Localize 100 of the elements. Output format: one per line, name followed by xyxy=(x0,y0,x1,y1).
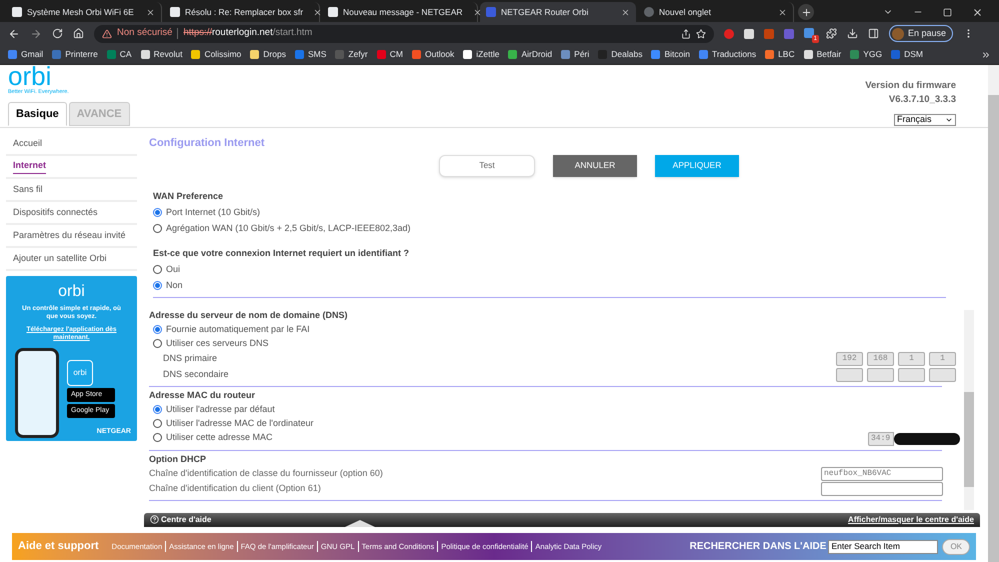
help-title: Centre d'aide xyxy=(161,514,212,526)
bookmark-item[interactable]: Revolut xyxy=(140,48,182,61)
field-label: Chaîne d'identification de classe du fournisseur (option 60) xyxy=(149,467,384,480)
tab-title: NETGEAR Router Orbi xyxy=(501,6,588,18)
reload-icon[interactable] xyxy=(52,28,63,39)
firmware-version: V6.3.7.10_3.3.3 xyxy=(888,93,956,108)
radio-button[interactable] xyxy=(153,224,162,233)
text-input[interactable] xyxy=(821,482,943,496)
more-bookmarks-icon[interactable] xyxy=(981,50,991,60)
bookmark-item[interactable]: Gmail xyxy=(8,48,44,61)
new-tab-button[interactable] xyxy=(798,4,814,20)
inner-scrollbar[interactable] xyxy=(964,310,974,510)
close-icon[interactable] xyxy=(146,8,155,16)
section-title: Adresse MAC du routeur xyxy=(149,390,256,402)
page-title: Configuration Internet xyxy=(148,136,266,151)
bookmark-item[interactable]: Dealabs xyxy=(598,48,642,61)
bookmark-item[interactable]: Printerre xyxy=(52,48,98,61)
sidebar-item[interactable]: Ajouter un satellite Orbi xyxy=(6,248,137,271)
back-icon[interactable] xyxy=(8,28,20,40)
tab-title: Nouveau message - NETGEAR xyxy=(343,6,463,18)
orbi-logo: orbi xyxy=(58,284,85,300)
close-icon[interactable] xyxy=(972,6,983,18)
section-title: WAN Preference xyxy=(153,190,224,204)
bookmark-item[interactable]: Colissimo xyxy=(191,48,242,61)
plus-icon xyxy=(800,6,812,18)
bookmark-item[interactable]: Outlook xyxy=(412,48,454,61)
radio-label: Non xyxy=(166,278,183,292)
radio-label: Utiliser ces serveurs DNS xyxy=(166,336,269,350)
download-icon[interactable] xyxy=(847,28,858,39)
bookmark-star-icon[interactable] xyxy=(696,28,706,38)
firmware-label: Version du firmware xyxy=(865,79,956,93)
radio-label: Port Internet (10 Gbit/s) xyxy=(166,206,260,219)
text-input[interactable]: neufbox_NB6VAC xyxy=(821,467,943,481)
browser-tab[interactable]: NETGEAR Router Orbi xyxy=(480,2,636,22)
action-button[interactable]: ANNULER xyxy=(553,154,637,176)
close-icon[interactable] xyxy=(313,8,322,16)
radio-button[interactable] xyxy=(153,339,162,348)
tab-title: Système Mesh Orbi WiFi 6E xyxy=(27,6,134,18)
favicon-icon xyxy=(12,7,22,17)
app-icon: orbi xyxy=(67,360,93,386)
search-field[interactable]: Enter Search Item xyxy=(828,540,938,554)
bookmark-item[interactable]: DSM xyxy=(891,48,923,61)
close-icon[interactable] xyxy=(778,8,787,16)
language-select[interactable]: Français xyxy=(894,114,956,126)
avatar-icon xyxy=(892,28,904,40)
bookmark-item[interactable]: YGG xyxy=(850,48,882,61)
help-toggle-link[interactable]: Afficher/masquer le centre d'aide xyxy=(848,514,974,526)
footer-title: Aide et support xyxy=(18,539,99,554)
favicon-icon xyxy=(644,7,654,17)
radio-label: Fournie automatiquement par le FAI xyxy=(166,322,310,336)
security-label: Non sécurisé xyxy=(117,26,172,40)
radio-label: Utiliser l'adresse par défaut xyxy=(166,402,275,416)
section-title: Adresse du serveur de nom de domaine (DNS) xyxy=(149,310,349,322)
field-label: Chaîne d'identification du client (Option 61) xyxy=(149,482,322,496)
field-label: DNS secondaire xyxy=(163,368,230,381)
bookmark-item[interactable]: Betfair xyxy=(804,48,842,61)
radio-button[interactable] xyxy=(153,281,162,290)
radio-button[interactable] xyxy=(153,265,162,274)
side-panel-icon[interactable] xyxy=(868,28,879,39)
favicon-icon xyxy=(170,7,180,17)
bookmark-item[interactable]: Bitcoin xyxy=(651,48,690,61)
radio-label: Agrégation WAN (10 Gbit/s + 2,5 Gbit/s, LACP-IEEE802,3ad) xyxy=(166,222,411,235)
search-label: RECHERCHER DANS L'AIDE xyxy=(690,540,826,554)
tab-title: Résolu : Re: Remplacer box sfr xyxy=(185,6,304,18)
bookmark-item[interactable]: Péri xyxy=(561,48,590,61)
sidebar-item[interactable]: Internet xyxy=(6,156,137,179)
close-icon[interactable] xyxy=(621,8,630,16)
bookmark-item[interactable]: LBC xyxy=(765,48,795,61)
bookmark-item[interactable]: CA xyxy=(106,48,132,61)
section-title: Option DHCP xyxy=(149,454,207,466)
forward-icon[interactable] xyxy=(30,28,42,40)
home-icon[interactable] xyxy=(73,28,84,39)
radio-label: Utiliser cette adresse MAC xyxy=(166,430,273,444)
action-button[interactable]: Test xyxy=(439,154,535,176)
bookmark-item[interactable]: iZettle xyxy=(463,48,500,61)
sidebar-item[interactable]: Dispositifs connectés xyxy=(6,202,137,225)
address-field[interactable]: Non sécurisé https://routerlogin.net/start.htm xyxy=(94,24,714,42)
redaction-scribble xyxy=(894,432,960,444)
radio-label: Utiliser l'adresse MAC de l'ordinateur xyxy=(166,416,314,430)
bookmark-item[interactable]: Traductions xyxy=(698,48,756,61)
radio-button[interactable] xyxy=(153,208,162,217)
extensions-icon[interactable] xyxy=(826,28,837,39)
sidebar-item[interactable]: Sans fil xyxy=(6,179,137,202)
close-icon[interactable] xyxy=(472,8,482,16)
bookmark-item[interactable]: Zefyr xyxy=(335,48,368,61)
mode-tab[interactable]: Basique xyxy=(8,102,67,126)
bookmark-item[interactable]: SMS xyxy=(294,48,326,61)
help-icon xyxy=(150,515,159,524)
page-scrollbar[interactable] xyxy=(988,65,999,562)
orbi-logo: orbi xyxy=(8,65,52,87)
radio-button[interactable] xyxy=(153,325,162,334)
bookmark-item[interactable]: Drops xyxy=(250,48,286,61)
profile-button[interactable]: En pause xyxy=(889,25,954,42)
bookmark-item[interactable]: AirDroid xyxy=(508,48,552,61)
sidebar-item[interactable]: Accueil xyxy=(6,133,137,156)
share-icon[interactable] xyxy=(681,28,691,38)
bookmark-item[interactable]: CM xyxy=(376,48,403,61)
maximize-icon[interactable] xyxy=(943,8,952,16)
url-text: https://routerlogin.net/start.htm xyxy=(183,26,312,40)
sidebar-item[interactable]: Paramètres du réseau invité xyxy=(6,225,137,248)
